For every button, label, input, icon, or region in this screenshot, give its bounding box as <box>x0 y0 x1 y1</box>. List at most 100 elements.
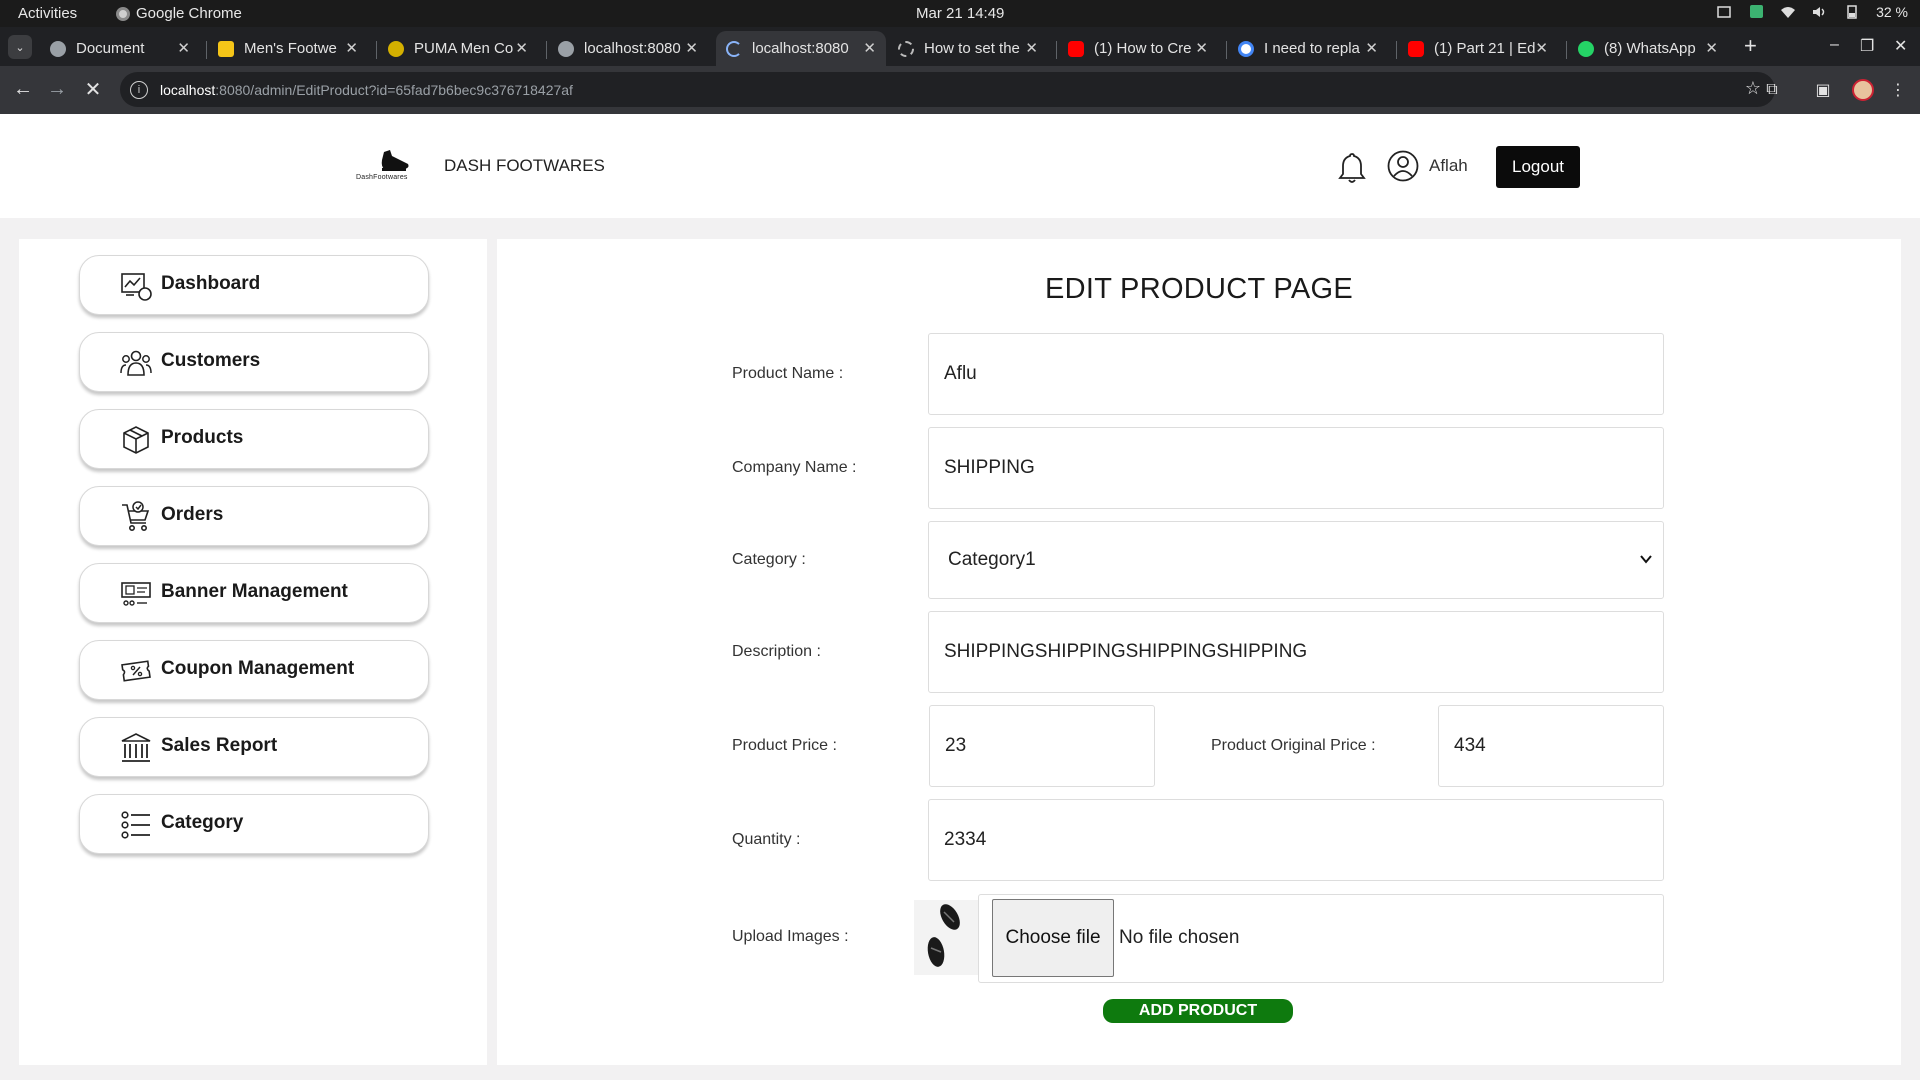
product-price-input[interactable]: 23 <box>929 705 1155 787</box>
sidebar-item-category[interactable]: Category <box>79 794 429 854</box>
tab-label: (1) How to Cre <box>1094 40 1192 57</box>
description-label: Description : <box>732 643 821 660</box>
sidebar-item-label: Products <box>161 427 244 448</box>
browser-tab[interactable]: (1) Part 21 | Ed ✕ <box>1398 31 1558 66</box>
globe-icon <box>50 40 66 57</box>
address-bar[interactable]: i localhost :8080/admin/EditProduct?id=6… <box>120 72 1775 107</box>
sidebar-item-label: Dashboard <box>161 273 261 294</box>
restore-icon[interactable]: ❐ <box>1860 36 1874 56</box>
sidebar-item-label: Banner Management <box>161 581 348 602</box>
site-favicon-icon <box>388 40 404 57</box>
category-label: Category : <box>732 551 806 568</box>
browser-tab[interactable]: (8) WhatsApp ✕ <box>1568 31 1728 66</box>
product-name-input[interactable]: Aflu <box>928 333 1664 415</box>
minimize-icon[interactable]: – <box>1830 36 1839 54</box>
new-tab-button[interactable]: + <box>1744 35 1757 57</box>
back-arrow-icon[interactable]: ← <box>10 76 36 102</box>
category-selected-value: Category1 <box>948 549 1036 570</box>
user-avatar-icon[interactable] <box>1387 150 1419 182</box>
tab-label: localhost:8080 <box>584 40 681 57</box>
browser-tab[interactable]: (1) How to Cre ✕ <box>1058 31 1218 66</box>
side-panel-icon[interactable]: ▣ <box>1813 80 1833 100</box>
close-tab-icon[interactable]: ✕ <box>1195 39 1208 57</box>
close-tab-icon[interactable]: ✕ <box>515 39 528 57</box>
chrome-menu-icon[interactable]: ⋮ <box>1888 80 1908 100</box>
bookmark-star-icon[interactable]: ☆ <box>1745 78 1761 99</box>
browser-tab-active[interactable]: localhost:8080 ✕ <box>716 31 886 66</box>
original-price-input[interactable]: 434 <box>1438 705 1664 787</box>
browser-tab[interactable]: PUMA Men Co ✕ <box>378 31 538 66</box>
quantity-input[interactable]: 2334 <box>928 799 1664 881</box>
forward-arrow-icon[interactable]: → <box>44 76 70 102</box>
sidebar-item-sales-report[interactable]: Sales Report <box>79 717 429 777</box>
google-icon <box>1238 40 1254 57</box>
system-tray[interactable]: 32 % <box>1716 4 1908 20</box>
browser-tab[interactable]: Document ✕ <box>40 31 200 66</box>
file-upload-field[interactable]: Choose file No file chosen <box>978 894 1664 983</box>
tab-label: (8) WhatsApp <box>1604 40 1696 57</box>
close-tab-icon[interactable]: ✕ <box>177 39 190 57</box>
company-name-input[interactable]: SHIPPING <box>928 427 1664 509</box>
sidebar-item-dashboard[interactable]: Dashboard <box>79 255 429 315</box>
sidebar-item-label: Sales Report <box>161 735 278 756</box>
sidebar-item-orders[interactable]: Orders <box>79 486 429 546</box>
sidebar-item-coupon-management[interactable]: Coupon Management <box>79 640 429 700</box>
add-product-button[interactable]: ADD PRODUCT <box>1103 999 1293 1023</box>
bell-icon[interactable] <box>1337 151 1367 185</box>
description-input[interactable]: SHIPPINGSHIPPINGSHIPPINGSHIPPING <box>928 611 1664 693</box>
os-top-bar: Activities Google Chrome Mar 21 14:49 32… <box>0 0 1920 27</box>
list-icon <box>121 811 150 839</box>
chevron-down-icon <box>1640 555 1652 564</box>
wifi-icon <box>1781 7 1796 18</box>
tab-search-button[interactable]: ⌄ <box>8 35 32 59</box>
page-title: EDIT PRODUCT PAGE <box>1044 273 1354 305</box>
sidebar-item-customers[interactable]: Customers <box>79 332 429 392</box>
stop-loading-icon[interactable]: ✕ <box>80 76 106 102</box>
youtube-icon <box>1408 40 1424 57</box>
product-price-label: Product Price : <box>732 737 837 754</box>
browser-tab[interactable]: I need to repla ✕ <box>1228 31 1388 66</box>
quantity-label: Quantity : <box>732 831 801 848</box>
brand-name[interactable]: DASH FOOTWARES <box>444 156 605 176</box>
tab-label: How to set the <box>924 40 1020 57</box>
tab-label: (1) Part 21 | Ed <box>1434 40 1536 57</box>
window-close-icon[interactable]: ✕ <box>1894 36 1907 56</box>
browser-tab[interactable]: Men's Footwe ✕ <box>208 31 368 66</box>
close-tab-icon[interactable]: ✕ <box>345 39 358 57</box>
close-tab-icon[interactable]: ✕ <box>1365 39 1378 57</box>
close-tab-icon[interactable]: ✕ <box>1025 39 1038 57</box>
upload-images-label: Upload Images : <box>732 928 849 945</box>
sidebar-item-label: Coupon Management <box>161 658 355 679</box>
coupon-icon <box>121 660 151 682</box>
whatsapp-icon <box>1578 40 1594 57</box>
close-tab-icon[interactable]: ✕ <box>1705 39 1718 57</box>
tab-label: PUMA Men Co <box>414 40 514 57</box>
browser-tab[interactable]: How to set the ✕ <box>888 31 1048 66</box>
choose-file-button[interactable]: Choose file <box>992 899 1114 977</box>
bank-icon <box>121 733 151 762</box>
app-name: Google Chrome <box>136 5 242 22</box>
category-select[interactable]: Category1 <box>928 521 1664 599</box>
close-tab-icon[interactable]: ✕ <box>863 39 876 57</box>
product-image-thumbnail[interactable] <box>914 900 978 975</box>
clock[interactable]: Mar 21 14:49 <box>916 5 1004 22</box>
sidebar-item-products[interactable]: Products <box>79 409 429 469</box>
extensions-icon[interactable]: ⧉ <box>1762 80 1782 100</box>
sidebar-item-banner-management[interactable]: Banner Management <box>79 563 429 623</box>
logout-button[interactable]: Logout <box>1496 146 1580 188</box>
app-menu[interactable]: Google Chrome <box>116 5 242 22</box>
sidebar-item-label: Orders <box>161 504 224 525</box>
activities-button[interactable]: Activities <box>18 5 77 22</box>
battery-level: 32 % <box>1876 4 1908 20</box>
tab-label: localhost:8080 <box>752 40 849 57</box>
close-tab-icon[interactable]: ✕ <box>1535 39 1548 57</box>
browser-toolbar: ← → ✕ i localhost :8080/admin/EditProduc… <box>0 66 1920 114</box>
site-info-icon[interactable]: i <box>130 80 148 99</box>
browser-tab[interactable]: localhost:8080 ✕ <box>548 31 708 66</box>
app-indicator-icon <box>1750 5 1764 18</box>
product-name-label: Product Name : <box>732 365 844 382</box>
close-tab-icon[interactable]: ✕ <box>685 39 698 57</box>
profile-avatar[interactable] <box>1852 79 1874 101</box>
loading-spinner-icon <box>726 40 742 57</box>
screen-share-icon <box>1717 6 1731 18</box>
